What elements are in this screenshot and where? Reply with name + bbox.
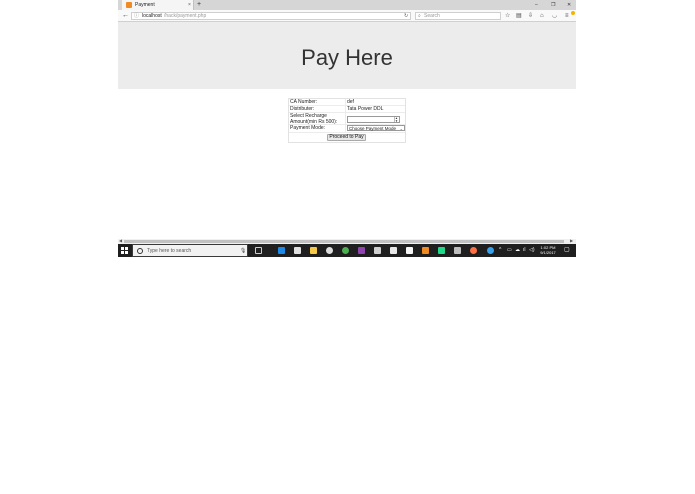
library-icon[interactable]: ▤ [516,11,522,21]
payment-mode-label: Payment Mode: [289,125,346,133]
xampp-icon[interactable] [422,247,429,254]
home-icon[interactable]: ⌂ [540,11,544,21]
minimize-button[interactable]: – [535,0,538,10]
file-explorer-icon[interactable] [310,247,317,254]
store-icon[interactable] [294,247,301,254]
tab-bar: Payment × + – ❐ ✕ [118,0,576,10]
tab-payment[interactable]: Payment × [122,0,194,10]
notepad-icon[interactable] [406,247,413,254]
firefox-icon[interactable] [470,247,477,254]
screen: Payment × + – ❐ ✕ ← ⓘ localhost /hack/pa… [118,0,576,257]
distributor-value: Tata Power DDL [346,106,405,113]
amount-cell: ▲ ▼ [346,113,405,125]
row-submit: Proceed to Pay [289,133,405,142]
close-window-button[interactable]: ✕ [567,0,571,10]
people-icon[interactable] [487,247,494,254]
scroll-right-icon[interactable]: ▶ [570,238,573,243]
network-icon[interactable]: ☁ [515,247,520,254]
taskbar: Type here to search 🎙 ^ ▭ ☁ ıl ◁) 1:02 P… [118,244,576,257]
url-bar[interactable]: ⓘ localhost /hack/payment.php ↻ [131,12,411,20]
taskbar-search-placeholder: Type here to search [147,248,192,254]
url-host: localhost [142,13,162,19]
calculator-icon[interactable] [374,247,381,254]
row-ca-number: CA Number: def [289,99,405,106]
task-view-icon[interactable] [255,247,262,254]
menu-icon[interactable]: ≡ [565,11,569,21]
chrome-icon[interactable] [342,247,349,254]
new-tab-button[interactable]: + [197,0,201,10]
payment-mode-cell: Choose Payment Mode ⌄ [346,125,405,133]
distributor-label: Distributer: [289,106,346,113]
cortana-icon [137,248,143,254]
row-amount: Select Recharge Amount(min Rs 500): ▲ ▼ [289,113,405,125]
visual-studio-icon[interactable] [358,247,365,254]
show-hidden-icons-icon[interactable]: ^ [499,247,501,254]
scrollbar-thumb[interactable] [124,240,564,243]
paint-icon[interactable] [454,247,461,254]
url-path: /hack/payment.php [164,13,207,19]
ca-number-value: def [346,99,405,106]
taskbar-search-box[interactable]: Type here to search 🎙 [132,244,248,257]
close-tab-icon[interactable]: × [188,1,191,9]
scroll-left-icon[interactable]: ◀ [119,238,122,243]
page-title: Pay Here [301,45,393,70]
search-bar[interactable]: ⌕ Search [415,12,501,20]
volume-icon[interactable]: ◁) [529,247,535,254]
search-icon: ⌕ [418,13,421,19]
update-badge [571,11,575,15]
chevron-down-icon: ⌄ [399,126,403,131]
star-icon[interactable]: ☆ [505,11,510,21]
row-payment-mode: Payment Mode: Choose Payment Mode ⌄ [289,125,405,133]
wifi-icon[interactable]: ıl [523,247,526,254]
spinner-icon[interactable]: ▲ ▼ [394,117,398,122]
payment-mode-select[interactable]: Choose Payment Mode ⌄ [347,125,405,131]
pycharm-icon[interactable] [438,247,445,254]
battery-icon[interactable]: ▭ [507,247,512,254]
favicon-icon [126,2,132,8]
back-icon[interactable]: ← [122,11,129,21]
system-clock[interactable]: 1:02 PM 9/1/2017 [536,245,560,255]
ca-number-label: CA Number: [289,99,346,106]
payment-mode-selected: Choose Payment Mode [349,126,397,131]
restore-button[interactable]: ❐ [551,0,555,10]
action-center-icon[interactable]: ▢ [564,247,570,254]
row-distributor: Distributer: Tata Power DDL [289,106,405,113]
pocket-icon[interactable]: ◡ [552,11,557,21]
amount-label: Select Recharge Amount(min Rs 500): [289,113,346,125]
reload-icon[interactable]: ↻ [404,13,408,20]
search-placeholder: Search [424,13,440,19]
microphone-icon[interactable]: 🎙 [240,248,246,254]
mail-icon[interactable] [390,247,397,254]
chrome-alt-icon[interactable] [326,247,333,254]
proceed-to-pay-button[interactable]: Proceed to Pay [327,134,366,141]
windows-start-icon[interactable] [121,247,128,254]
tab-title: Payment [135,2,155,8]
edge-icon[interactable] [278,247,285,254]
download-icon[interactable]: ⇩ [528,11,533,21]
clock-date: 9/1/2017 [540,250,556,255]
amount-input[interactable]: ▲ ▼ [347,116,400,123]
info-icon[interactable]: ⓘ [134,13,139,20]
payment-form: CA Number: def Distributer: Tata Power D… [288,98,406,143]
